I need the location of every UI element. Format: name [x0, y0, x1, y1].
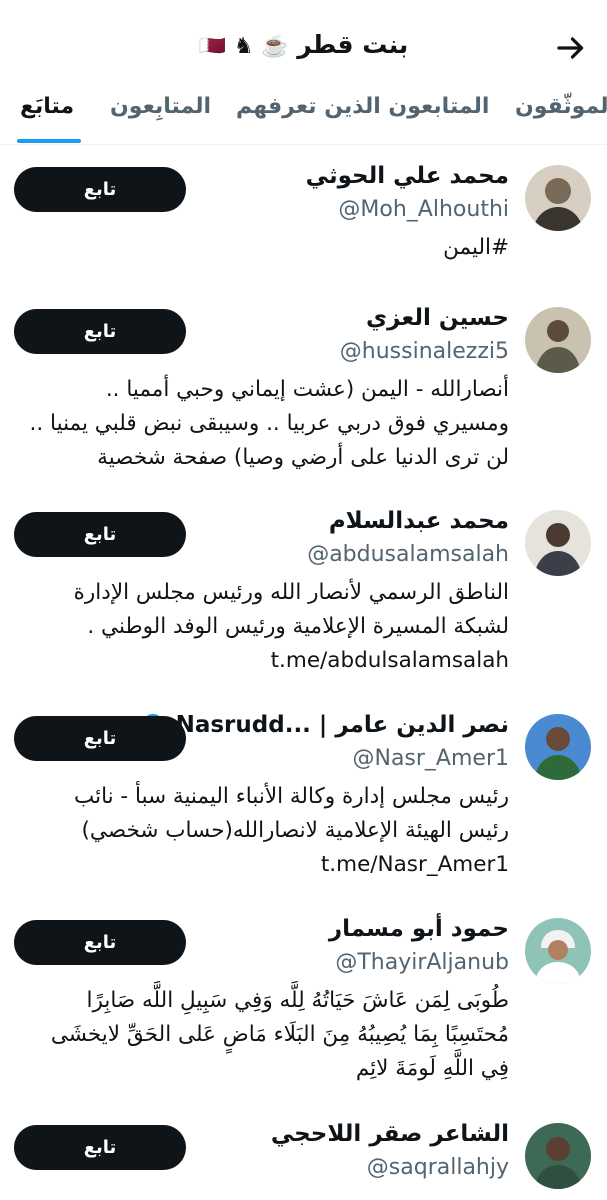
- follow-button[interactable]: تابع: [14, 512, 186, 557]
- user-row[interactable]: نصر الدين عامر | ...Nasrudd @Nasr_Amer1 …: [0, 704, 607, 904]
- tab-followers[interactable]: المتابِعون: [110, 94, 211, 119]
- follow-button[interactable]: تابع: [14, 309, 186, 354]
- avatar[interactable]: [525, 165, 591, 231]
- user-row[interactable]: حسين العزي @hussinalezzi5 أنصارالله - ال…: [0, 297, 607, 497]
- tab-bar: الموثّقون المتابعون الذين تعرفهم المتابِ…: [0, 80, 607, 145]
- avatar[interactable]: [525, 918, 591, 984]
- user-row[interactable]: الشاعر صقر اللاحجي @saqrallahjy تابع: [0, 1113, 607, 1200]
- active-tab-indicator: [17, 139, 81, 143]
- user-bio: الناطق الرسمي لأنصار الله ورئيس مجلس الإ…: [73, 580, 509, 673]
- user-bio: طُوبَى لِمَن عَاشَ حَيَاتُهُ لِلَّه وَفِ…: [50, 988, 509, 1081]
- follow-button[interactable]: تابع: [14, 920, 186, 965]
- follow-button[interactable]: تابع: [14, 167, 186, 212]
- user-handle[interactable]: @Moh_Alhouthi: [338, 197, 509, 222]
- tab-followers-you-know[interactable]: المتابعون الذين تعرفهم: [236, 94, 489, 119]
- user-name[interactable]: الشاعر صقر اللاحجي: [271, 1121, 509, 1147]
- user-name-text: نصر الدين عامر | ...Nasrudd: [175, 712, 509, 738]
- user-name[interactable]: حمود أبو مسمار: [329, 916, 509, 942]
- avatar[interactable]: [525, 307, 591, 373]
- follow-button[interactable]: تابع: [14, 716, 186, 761]
- user-bio: أنصارالله - اليمن (عشت إيماني وحبي أمميا…: [29, 377, 509, 470]
- avatar[interactable]: [525, 510, 591, 576]
- user-bio: #اليمن: [443, 235, 509, 260]
- user-handle[interactable]: @Nasr_Amer1: [352, 746, 509, 771]
- avatar[interactable]: [525, 1123, 591, 1189]
- user-row[interactable]: محمد علي الحوثي @Moh_Alhouthi #اليمن تاب…: [0, 155, 607, 290]
- tab-following[interactable]: متابَع: [20, 94, 74, 119]
- user-row[interactable]: حمود أبو مسمار @ThayirAljanub طُوبَى لِم…: [0, 908, 607, 1108]
- header: بنت قطر ☕️ ♞ 🇶🇦: [0, 0, 607, 90]
- title-emojis: ☕️ ♞ 🇶🇦: [198, 34, 289, 59]
- page-title: بنت قطر ☕️ ♞ 🇶🇦: [0, 30, 607, 59]
- user-handle[interactable]: @saqrallahjy: [367, 1155, 509, 1180]
- user-name[interactable]: محمد عبدالسلام: [329, 508, 509, 534]
- user-bio: رئيس مجلس إدارة وكالة الأنباء اليمنية سب…: [73, 784, 509, 877]
- title-text: بنت قطر: [297, 30, 409, 59]
- user-name[interactable]: نصر الدين عامر | ...Nasrudd: [138, 712, 509, 738]
- user-handle[interactable]: @hussinalezzi5: [340, 339, 509, 364]
- avatar[interactable]: [525, 714, 591, 780]
- user-name[interactable]: محمد علي الحوثي: [306, 163, 509, 189]
- tab-verified[interactable]: الموثّقون: [515, 94, 607, 119]
- user-row[interactable]: محمد عبدالسلام @abdusalamsalah الناطق ال…: [0, 500, 607, 700]
- follow-button[interactable]: تابع: [14, 1125, 186, 1170]
- user-handle[interactable]: @abdusalamsalah: [307, 542, 509, 567]
- user-handle[interactable]: @ThayirAljanub: [335, 950, 509, 975]
- user-name[interactable]: حسين العزي: [366, 305, 509, 331]
